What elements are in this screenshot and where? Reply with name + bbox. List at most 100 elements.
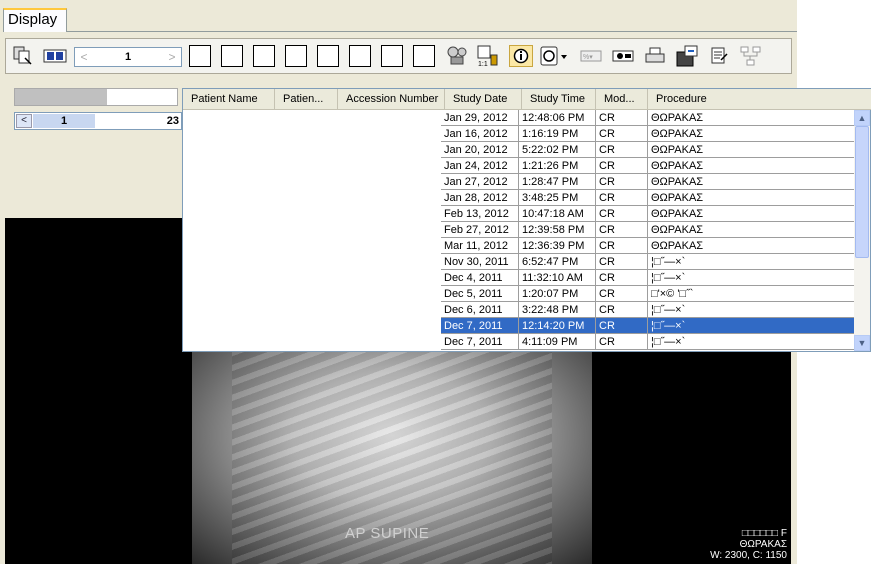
layout-1x1-icon[interactable] <box>189 45 211 67</box>
series-icon[interactable] <box>12 46 34 66</box>
layout-2x1-icon[interactable] <box>253 45 275 67</box>
study-row[interactable]: Dec 7, 2011 4:11:09 PM CR ¦□˝—×` <box>183 334 855 350</box>
row-modality: CR <box>596 302 648 318</box>
row-study-time: 3:48:25 PM <box>519 190 596 206</box>
row-study-date: Mar 11, 2012 <box>441 238 519 254</box>
row-study-date: Jan 16, 2012 <box>441 126 519 142</box>
col-patient-id[interactable]: Patien... <box>275 89 338 109</box>
overlay-icon[interactable] <box>539 46 569 66</box>
row-modality: CR <box>596 206 648 222</box>
scroll-up-button[interactable]: ▲ <box>854 110 870 126</box>
row-study-time: 12:39:58 PM <box>519 222 596 238</box>
study-row[interactable]: Jan 29, 2012 12:48:06 PM CR ΘΩΡΑΚΑΣ <box>183 110 855 126</box>
study-list-rows: Jan 29, 2012 12:48:06 PM CR ΘΩΡΑΚΑΣ Jan 16, … <box>183 110 855 351</box>
row-procedure: ¦□˝—×` <box>648 302 855 318</box>
page-next-button[interactable]: > <box>164 49 180 65</box>
layout-1x2-icon[interactable] <box>221 45 243 67</box>
study-row[interactable]: Dec 6, 2011 3:22:48 PM CR ¦□˝—×` <box>183 302 855 318</box>
page-stepper[interactable]: < 1 > <box>74 47 182 67</box>
page-prev-button[interactable]: < <box>76 49 92 65</box>
row-study-time: 10:47:18 AM <box>519 206 596 222</box>
row-modality: CR <box>596 190 648 206</box>
col-study-time[interactable]: Study Time <box>522 89 596 109</box>
row-modality: CR <box>596 110 648 126</box>
cine-icon[interactable] <box>445 46 469 66</box>
row-modality: CR <box>596 238 648 254</box>
toolbar: < 1 > 1:1 %▾ <box>5 38 792 74</box>
row-modality: CR <box>596 174 648 190</box>
study-row[interactable]: Jan 28, 2012 3:48:25 PM CR ΘΩΡΑΚΑΣ <box>183 190 855 206</box>
view-label: AP SUPINE <box>345 525 430 542</box>
layout-3x3-icon[interactable] <box>381 45 403 67</box>
scale-1to1-icon[interactable]: 1:1 <box>475 45 501 67</box>
row-procedure: ¦□˝—×` <box>648 334 855 350</box>
study-row[interactable]: Jan 24, 2012 1:21:26 PM CR ΘΩΡΑΚΑΣ <box>183 158 855 174</box>
row-procedure: ¦□˝—×` <box>648 254 855 270</box>
col-procedure[interactable]: Procedure <box>648 89 871 109</box>
row-modality: CR <box>596 334 648 350</box>
compare-icon[interactable] <box>42 46 68 66</box>
row-study-date: Feb 27, 2012 <box>441 222 519 238</box>
layout-4x4-icon[interactable] <box>413 45 435 67</box>
series-progress-bar <box>14 88 178 106</box>
image-overlay-text: □□□□□□ F ΘΩΡΑΚΑΣ W: 2300, C: 1150 <box>710 528 787 561</box>
col-accession-number[interactable]: Accession Number <box>338 89 445 109</box>
svg-text:1:1: 1:1 <box>478 61 488 67</box>
row-procedure: ΘΩΡΑΚΑΣ <box>648 158 855 174</box>
row-modality: CR <box>596 254 648 270</box>
col-study-date[interactable]: Study Date <box>445 89 522 109</box>
study-row[interactable]: Jan 27, 2012 1:28:47 PM CR ΘΩΡΑΚΑΣ <box>183 174 855 190</box>
zoom-percent-icon[interactable]: %▾ <box>579 46 603 66</box>
row-study-date: Dec 7, 2011 <box>441 334 519 350</box>
col-patient-name[interactable]: Patient Name <box>183 89 275 109</box>
study-row[interactable]: Dec 7, 2011 12:14:20 PM CR ¦□˝—×` <box>183 318 855 334</box>
window-level-icon[interactable] <box>611 46 635 66</box>
overlay-procedure-line: ΘΩΡΑΚΑΣ <box>739 539 787 550</box>
row-modality: CR <box>596 270 648 286</box>
study-row[interactable]: Feb 27, 2012 12:39:58 PM CR ΘΩΡΑΚΑΣ <box>183 222 855 238</box>
overlay-window-level-line: W: 2300, C: 1150 <box>710 550 787 561</box>
row-modality: CR <box>596 126 648 142</box>
row-study-date: Jan 29, 2012 <box>441 110 519 126</box>
study-row[interactable]: Dec 4, 2011 11:32:10 AM CR ¦□˝—×` <box>183 270 855 286</box>
tab-display[interactable]: Display <box>3 8 67 32</box>
study-row[interactable]: Jan 16, 2012 1:16:19 PM CR ΘΩΡΑΚΑΣ <box>183 126 855 142</box>
info-icon[interactable] <box>509 45 533 67</box>
layout-3x2-icon[interactable] <box>349 45 371 67</box>
row-procedure: ¦□˝—×` <box>648 318 855 334</box>
col-modality[interactable]: Mod... <box>596 89 648 109</box>
study-list-dropdown[interactable]: Patient Name Patien... Accession Number … <box>182 88 871 352</box>
layout-2x3-icon[interactable] <box>317 45 339 67</box>
row-study-date: Dec 4, 2011 <box>441 270 519 286</box>
report-icon[interactable] <box>708 46 730 66</box>
overlay-patient-line: □□□□□□ F <box>741 528 787 539</box>
study-row[interactable]: Feb 13, 2012 10:47:18 AM CR ΘΩΡΑΚΑΣ <box>183 206 855 222</box>
row-modality: CR <box>596 222 648 238</box>
image-total: 23 <box>166 115 179 127</box>
study-row[interactable]: Nov 30, 2011 6:52:47 PM CR ¦□˝—×` <box>183 254 855 270</box>
row-study-time: 11:32:10 AM <box>519 270 596 286</box>
scroll-thumb[interactable] <box>855 126 869 258</box>
row-procedure: ΘΩΡΑΚΑΣ <box>648 126 855 142</box>
row-study-time: 12:36:39 PM <box>519 238 596 254</box>
row-procedure: ΘΩΡΑΚΑΣ <box>648 174 855 190</box>
row-study-date: Jan 24, 2012 <box>441 158 519 174</box>
layout-2x2-icon[interactable] <box>285 45 307 67</box>
row-study-time: 3:22:48 PM <box>519 302 596 318</box>
export-icon[interactable] <box>674 45 700 67</box>
study-row[interactable]: Dec 5, 2011 1:20:07 PM CR □'×© '□˝` <box>183 286 855 302</box>
study-row[interactable]: Jan 20, 2012 5:22:02 PM CR ΘΩΡΑΚΑΣ <box>183 142 855 158</box>
study-list-scrollbar[interactable]: ▲ ▼ <box>854 110 870 351</box>
print-icon[interactable] <box>644 46 666 66</box>
row-study-date: Jan 28, 2012 <box>441 190 519 206</box>
row-study-time: 12:14:20 PM <box>519 318 596 334</box>
row-study-date: Dec 7, 2011 <box>441 318 519 334</box>
row-procedure: ¦□˝—×` <box>648 270 855 286</box>
image-prev-button[interactable]: < <box>16 114 32 128</box>
network-icon[interactable] <box>738 46 764 66</box>
row-study-date: Jan 20, 2012 <box>441 142 519 158</box>
row-procedure: ΘΩΡΑΚΑΣ <box>648 222 855 238</box>
image-navigator[interactable]: < 1 23 <box>14 112 182 130</box>
study-row[interactable]: Mar 11, 2012 12:36:39 PM CR ΘΩΡΑΚΑΣ <box>183 238 855 254</box>
scroll-down-button[interactable]: ▼ <box>854 335 870 351</box>
